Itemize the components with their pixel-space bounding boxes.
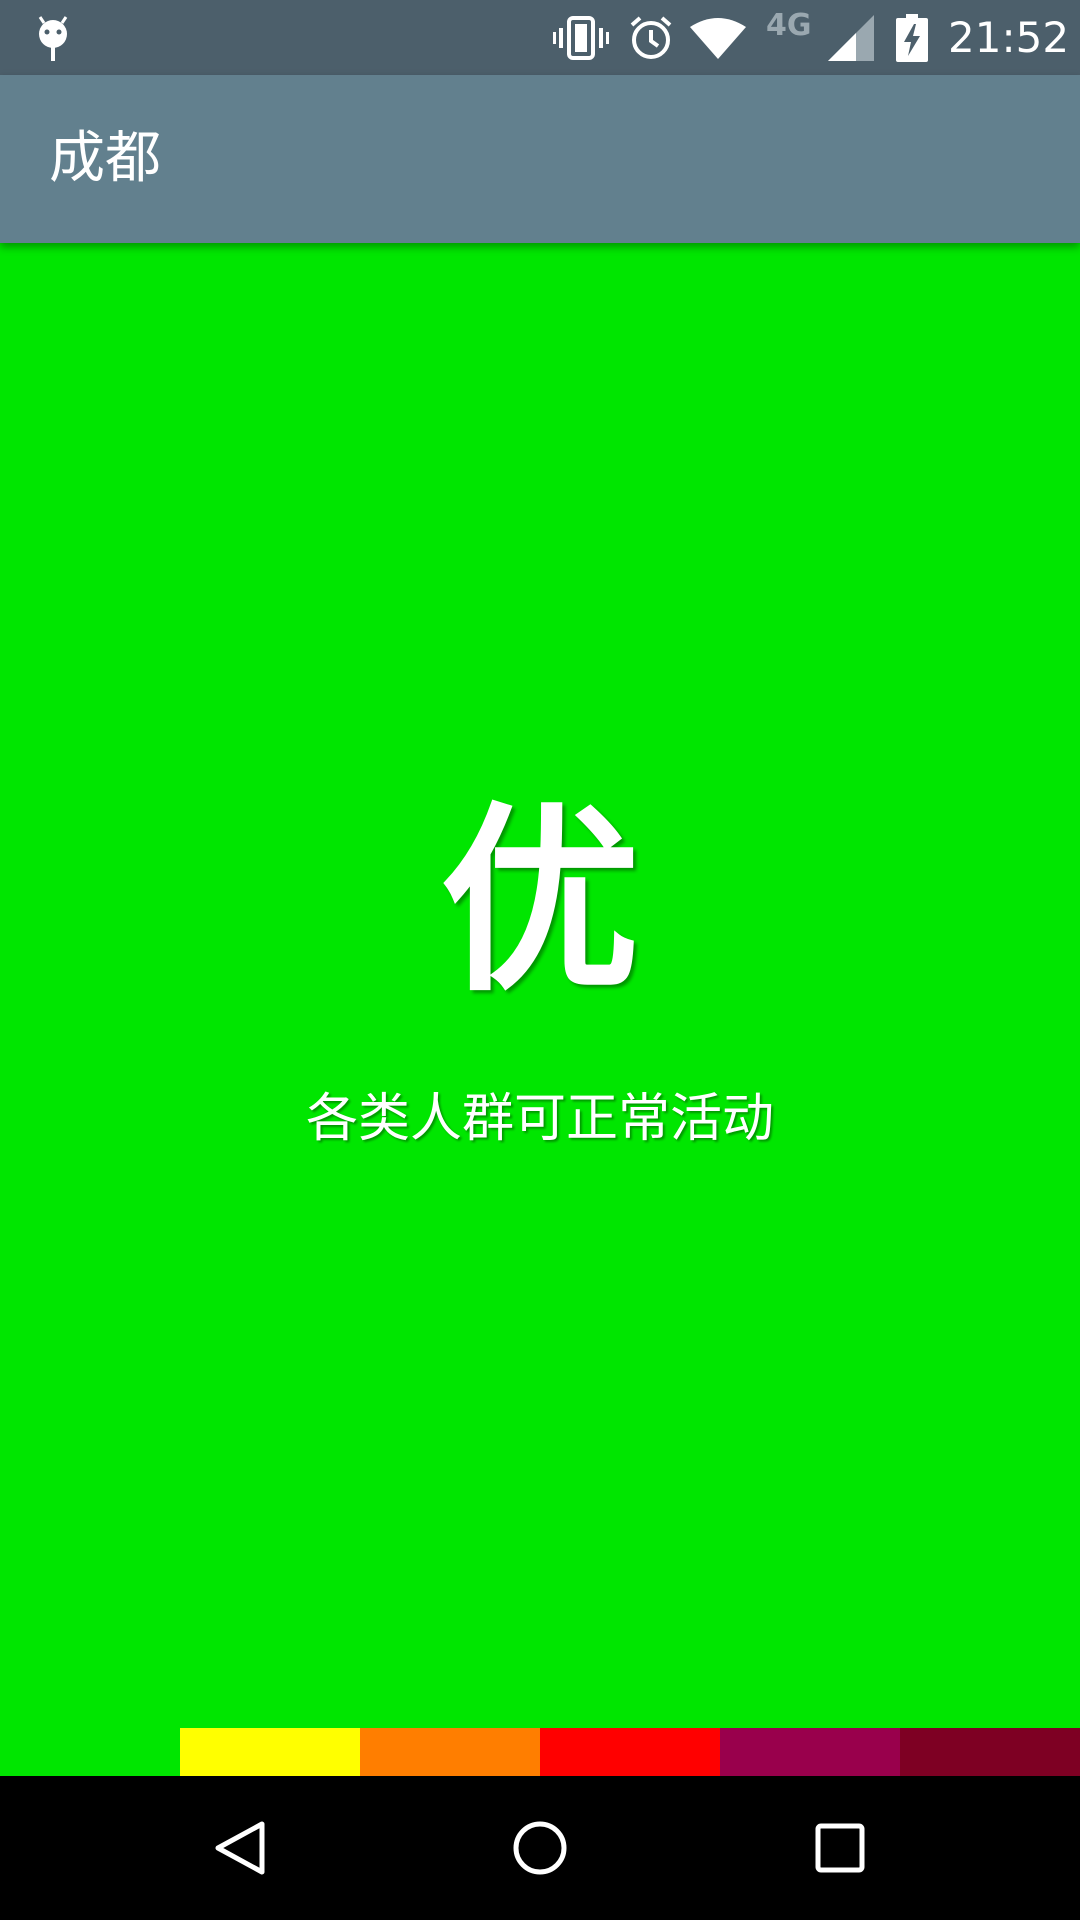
signal-icon	[828, 0, 874, 75]
app-bar: 成都	[0, 75, 1080, 243]
home-button[interactable]	[480, 1776, 600, 1920]
wifi-icon	[690, 0, 746, 75]
home-icon	[513, 1821, 567, 1875]
scale-segment-very-unhealthy	[720, 1728, 900, 1776]
aqi-advice-text: 各类人群可正常活动	[305, 1089, 774, 1149]
scale-segment-moderate	[180, 1728, 360, 1776]
clock: 21:52	[948, 13, 1070, 62]
android-debug-icon	[36, 0, 70, 75]
page-title: 成都	[49, 126, 161, 191]
aqi-color-scale	[0, 1728, 1080, 1776]
network-type-label: 4G	[766, 8, 812, 43]
aqi-level-label: 优	[439, 786, 640, 1019]
back-icon	[215, 1821, 265, 1875]
scale-segment-unhealthy	[540, 1728, 720, 1776]
vibrate-icon	[553, 0, 609, 75]
navigation-bar	[0, 1776, 1080, 1920]
battery-charging-icon	[896, 0, 928, 75]
air-quality-panel: 优 各类人群可正常活动	[0, 243, 1080, 1776]
scale-segment-unhealthy-sensitive	[360, 1728, 540, 1776]
recents-icon	[815, 1823, 865, 1873]
scale-segment-hazardous	[900, 1728, 1080, 1776]
back-button[interactable]	[180, 1776, 300, 1920]
alarm-icon	[628, 0, 674, 75]
scale-segment-good	[0, 1728, 180, 1776]
recents-button[interactable]	[780, 1776, 900, 1920]
status-bar: 4G 21:52	[0, 0, 1080, 75]
